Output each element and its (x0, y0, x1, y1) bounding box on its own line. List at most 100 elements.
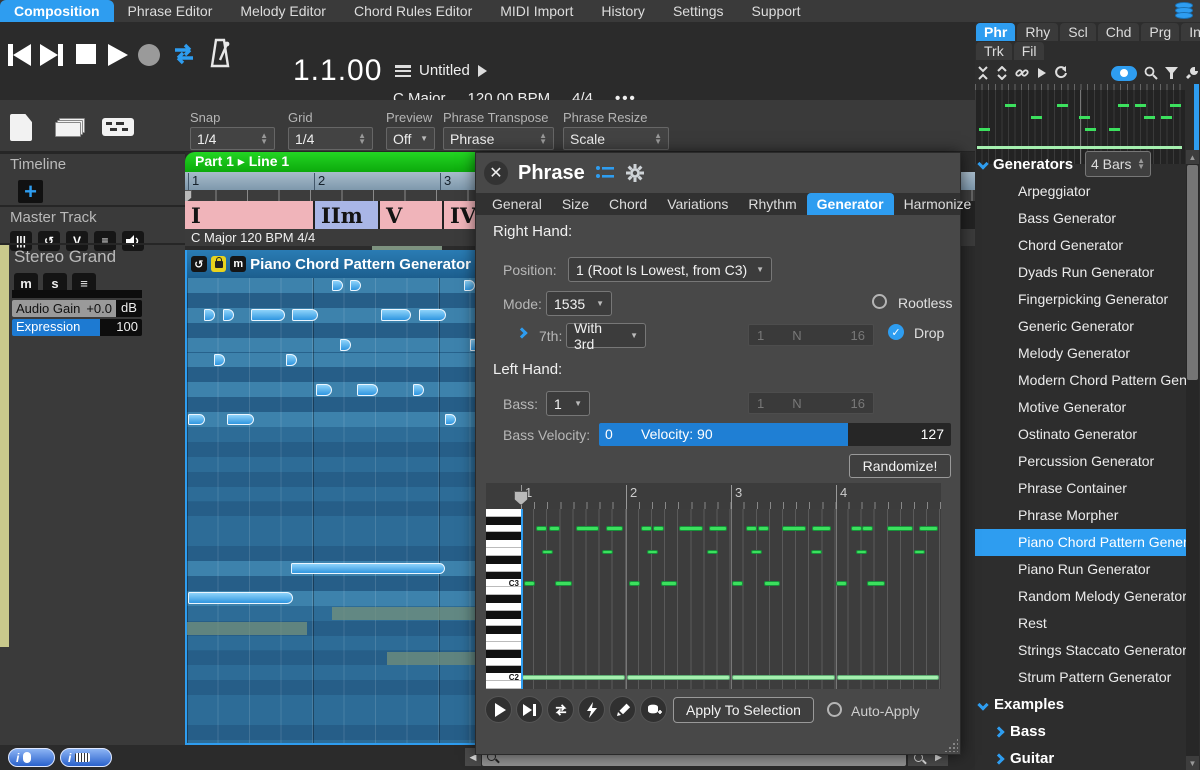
midi-note[interactable] (707, 550, 718, 555)
generator-item-random-melody-generator[interactable]: Random Melody Generator (975, 583, 1186, 610)
midi-note[interactable] (764, 581, 780, 586)
pattern-icon[interactable] (102, 118, 134, 136)
midi-note[interactable] (251, 309, 285, 321)
piano-key[interactable] (486, 626, 521, 634)
scroll-up-icon[interactable]: ▲ (1186, 150, 1199, 164)
midi-note[interactable] (641, 526, 652, 531)
midi-note[interactable] (606, 526, 623, 531)
apply-to-selection-button[interactable]: Apply To Selection (673, 697, 814, 723)
phrase-transpose-control[interactable]: Phrase▲▼ (443, 127, 554, 150)
piano-key[interactable] (486, 587, 521, 595)
piano-key[interactable] (486, 634, 521, 642)
generator-item-ostinato-generator[interactable]: Ostinato Generator (975, 421, 1186, 448)
refresh-icon[interactable] (1054, 65, 1068, 81)
scroll-thumb[interactable] (1187, 165, 1198, 380)
grid-control[interactable]: 1/4▲▼ (288, 127, 373, 150)
piano-key[interactable] (486, 517, 521, 525)
midi-note[interactable] (286, 354, 297, 366)
speaker-icon[interactable] (122, 231, 144, 251)
keyboard-info-button[interactable]: i (60, 748, 112, 767)
undo-icon[interactable]: ↺ (191, 256, 207, 272)
song-expand-icon[interactable] (478, 65, 487, 77)
midi-note[interactable] (340, 339, 351, 351)
generator-item-chord-generator[interactable]: Chord Generator (975, 232, 1186, 259)
group-examples[interactable]: Examples (975, 691, 1186, 718)
menu-tab-chord-rules-editor[interactable]: Chord Rules Editor (340, 0, 486, 22)
preview-ruler[interactable]: 1234 (486, 483, 941, 509)
generator-item-rest[interactable]: Rest (975, 610, 1186, 637)
checklist-icon[interactable] (595, 165, 615, 181)
piano-key[interactable] (486, 556, 521, 564)
bass-velocity-slider[interactable]: 0 Velocity: 90 127 (599, 423, 951, 446)
menu-tab-settings[interactable]: Settings (659, 0, 738, 22)
chord-block-I[interactable]: I (185, 201, 313, 229)
piano-key[interactable] (486, 525, 521, 533)
generator-item-percussion-generator[interactable]: Percussion Generator (975, 448, 1186, 475)
phrase-resize-control[interactable]: Scale▲▼ (563, 127, 669, 150)
link-icon[interactable] (1015, 65, 1029, 81)
play-icon[interactable] (1036, 65, 1047, 81)
midi-note[interactable] (836, 581, 847, 586)
midi-note[interactable] (188, 592, 293, 604)
resize-grip[interactable] (944, 738, 958, 752)
midi-note[interactable] (862, 526, 873, 531)
menu-tab-melody-editor[interactable]: Melody Editor (226, 0, 340, 22)
generators-heading[interactable]: Generators (993, 156, 1073, 173)
piano-key[interactable] (486, 548, 521, 556)
sidebar-tab-phr[interactable]: Phr (976, 23, 1015, 41)
sidebar-tab-chd[interactable]: Chd (1098, 23, 1140, 41)
sidebar-tab-prg[interactable]: Prg (1141, 23, 1179, 41)
generator-item-dyads-run-generator[interactable]: Dyads Run Generator (975, 259, 1186, 286)
record-button[interactable] (138, 44, 160, 66)
midi-note[interactable] (413, 384, 424, 396)
chord-block-IIm[interactable]: IIm (315, 201, 378, 229)
piano-key[interactable] (486, 650, 521, 658)
menu-tab-history[interactable]: History (587, 0, 659, 22)
collapse-all-icon[interactable] (977, 65, 989, 81)
duplicate-icon[interactable] (55, 118, 85, 138)
midi-note[interactable] (661, 581, 677, 586)
menu-tab-phrase-editor[interactable]: Phrase Editor (114, 0, 227, 22)
tab-rhythm[interactable]: Rhythm (738, 193, 806, 215)
midi-note[interactable] (851, 526, 862, 531)
midi-note[interactable] (536, 526, 547, 531)
sidebar-tab-fil[interactable]: Fil (1014, 42, 1045, 60)
piano-key[interactable]: C3 (486, 579, 521, 587)
midi-note[interactable] (627, 675, 730, 680)
midi-note[interactable] (653, 526, 664, 531)
midi-note[interactable] (782, 526, 806, 531)
mute-icon[interactable]: m (230, 256, 246, 272)
midi-note[interactable] (919, 526, 938, 531)
add-timeline-button[interactable]: + (18, 180, 43, 203)
piano-key[interactable] (486, 595, 521, 603)
track-name[interactable]: Stereo Grand (14, 247, 116, 266)
piano-key[interactable] (486, 509, 521, 517)
midi-note[interactable] (419, 309, 446, 321)
expression-slider[interactable]: Expression 100 (12, 319, 142, 336)
midi-note[interactable] (811, 550, 822, 555)
track-stereo-grand[interactable]: Stereo Grand m s ≡ (14, 247, 116, 294)
scroll-down-icon[interactable]: ▼ (1186, 756, 1199, 770)
lightning-button[interactable] (578, 696, 605, 723)
piano-key[interactable]: C2 (486, 673, 521, 681)
generator-item-piano-chord-pattern-generator[interactable]: Piano Chord Pattern Generator (975, 529, 1186, 556)
generator-item-phrase-morpher[interactable]: Phrase Morpher (975, 502, 1186, 529)
menu-tab-midi-import[interactable]: MIDI Import (486, 0, 587, 22)
tab-variations[interactable]: Variations (657, 193, 738, 215)
generator-item-fingerpicking-generator[interactable]: Fingerpicking Generator (975, 286, 1186, 313)
piano-key[interactable] (486, 619, 521, 627)
piano-key[interactable] (486, 642, 521, 650)
generator-item-strings-staccato-generator[interactable]: Strings Staccato Generator (975, 637, 1186, 664)
midi-note[interactable] (464, 280, 475, 292)
midi-note[interactable] (867, 581, 885, 586)
stop-button[interactable] (76, 44, 96, 64)
group-bass[interactable]: Bass (975, 718, 1186, 745)
piano-key[interactable] (486, 666, 521, 674)
randomize-button[interactable]: Randomize! (849, 454, 951, 478)
close-icon[interactable]: ✕ (484, 161, 508, 185)
preview-keyboard[interactable]: C3 C2 (486, 509, 521, 689)
preview-control[interactable]: Off▼ (386, 127, 435, 150)
group-guitar[interactable]: Guitar (975, 745, 1186, 770)
song-position[interactable]: 1.1.00 (293, 54, 382, 88)
skip-start-button[interactable] (8, 44, 31, 66)
